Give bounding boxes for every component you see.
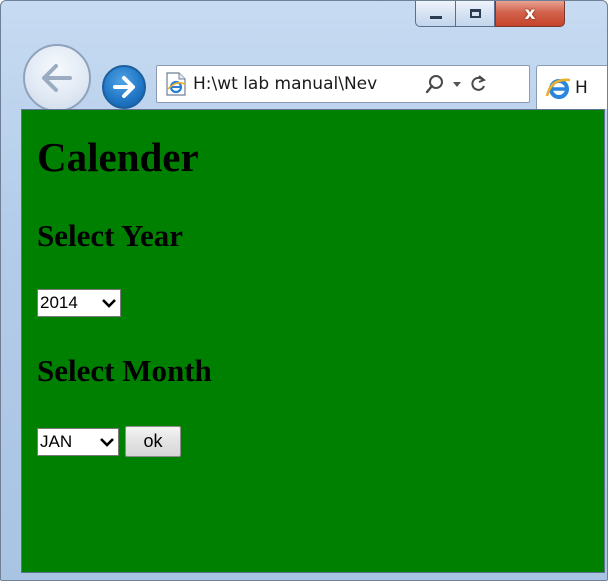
forward-arrow-icon xyxy=(113,76,135,98)
address-url[interactable]: H:\wt lab manual\Nev xyxy=(193,74,421,94)
refresh-icon[interactable] xyxy=(469,74,487,94)
search-icon[interactable] xyxy=(425,74,445,94)
year-select[interactable]: 2014 xyxy=(37,289,121,317)
ok-button[interactable]: ok xyxy=(125,426,181,457)
page-icon xyxy=(165,72,187,96)
month-heading: Select Month xyxy=(37,353,212,388)
address-bar[interactable]: H:\wt lab manual\Nev xyxy=(156,65,530,103)
minimize-icon xyxy=(429,16,442,19)
back-button[interactable] xyxy=(23,44,91,112)
back-arrow-icon xyxy=(42,64,72,92)
month-select[interactable]: JAN xyxy=(37,428,119,456)
chevron-down-icon xyxy=(102,299,116,308)
year-select-value: 2014 xyxy=(40,293,78,312)
window-caption-buttons: x xyxy=(415,1,565,29)
page-content: Calender Select Year 2014 Select Month J… xyxy=(21,109,605,573)
month-select-value: JAN xyxy=(40,432,73,451)
maximize-icon xyxy=(469,9,481,18)
page-title: Calender xyxy=(37,134,199,180)
browser-window: x H:\wt lab manual\Nev H Calender Select… xyxy=(0,0,608,581)
ie-logo-icon xyxy=(545,78,571,99)
address-tools xyxy=(425,74,487,94)
maximize-button[interactable] xyxy=(455,1,495,27)
year-heading: Select Year xyxy=(37,218,184,253)
chevron-down-icon xyxy=(100,438,114,447)
minimize-button[interactable] xyxy=(415,1,455,27)
forward-button[interactable] xyxy=(102,65,146,109)
tab-current[interactable]: H xyxy=(536,65,607,109)
dropdown-arrow-icon[interactable] xyxy=(451,78,463,90)
close-button[interactable]: x xyxy=(495,1,565,27)
tab-title: H xyxy=(575,77,588,98)
close-icon: x xyxy=(524,3,536,24)
